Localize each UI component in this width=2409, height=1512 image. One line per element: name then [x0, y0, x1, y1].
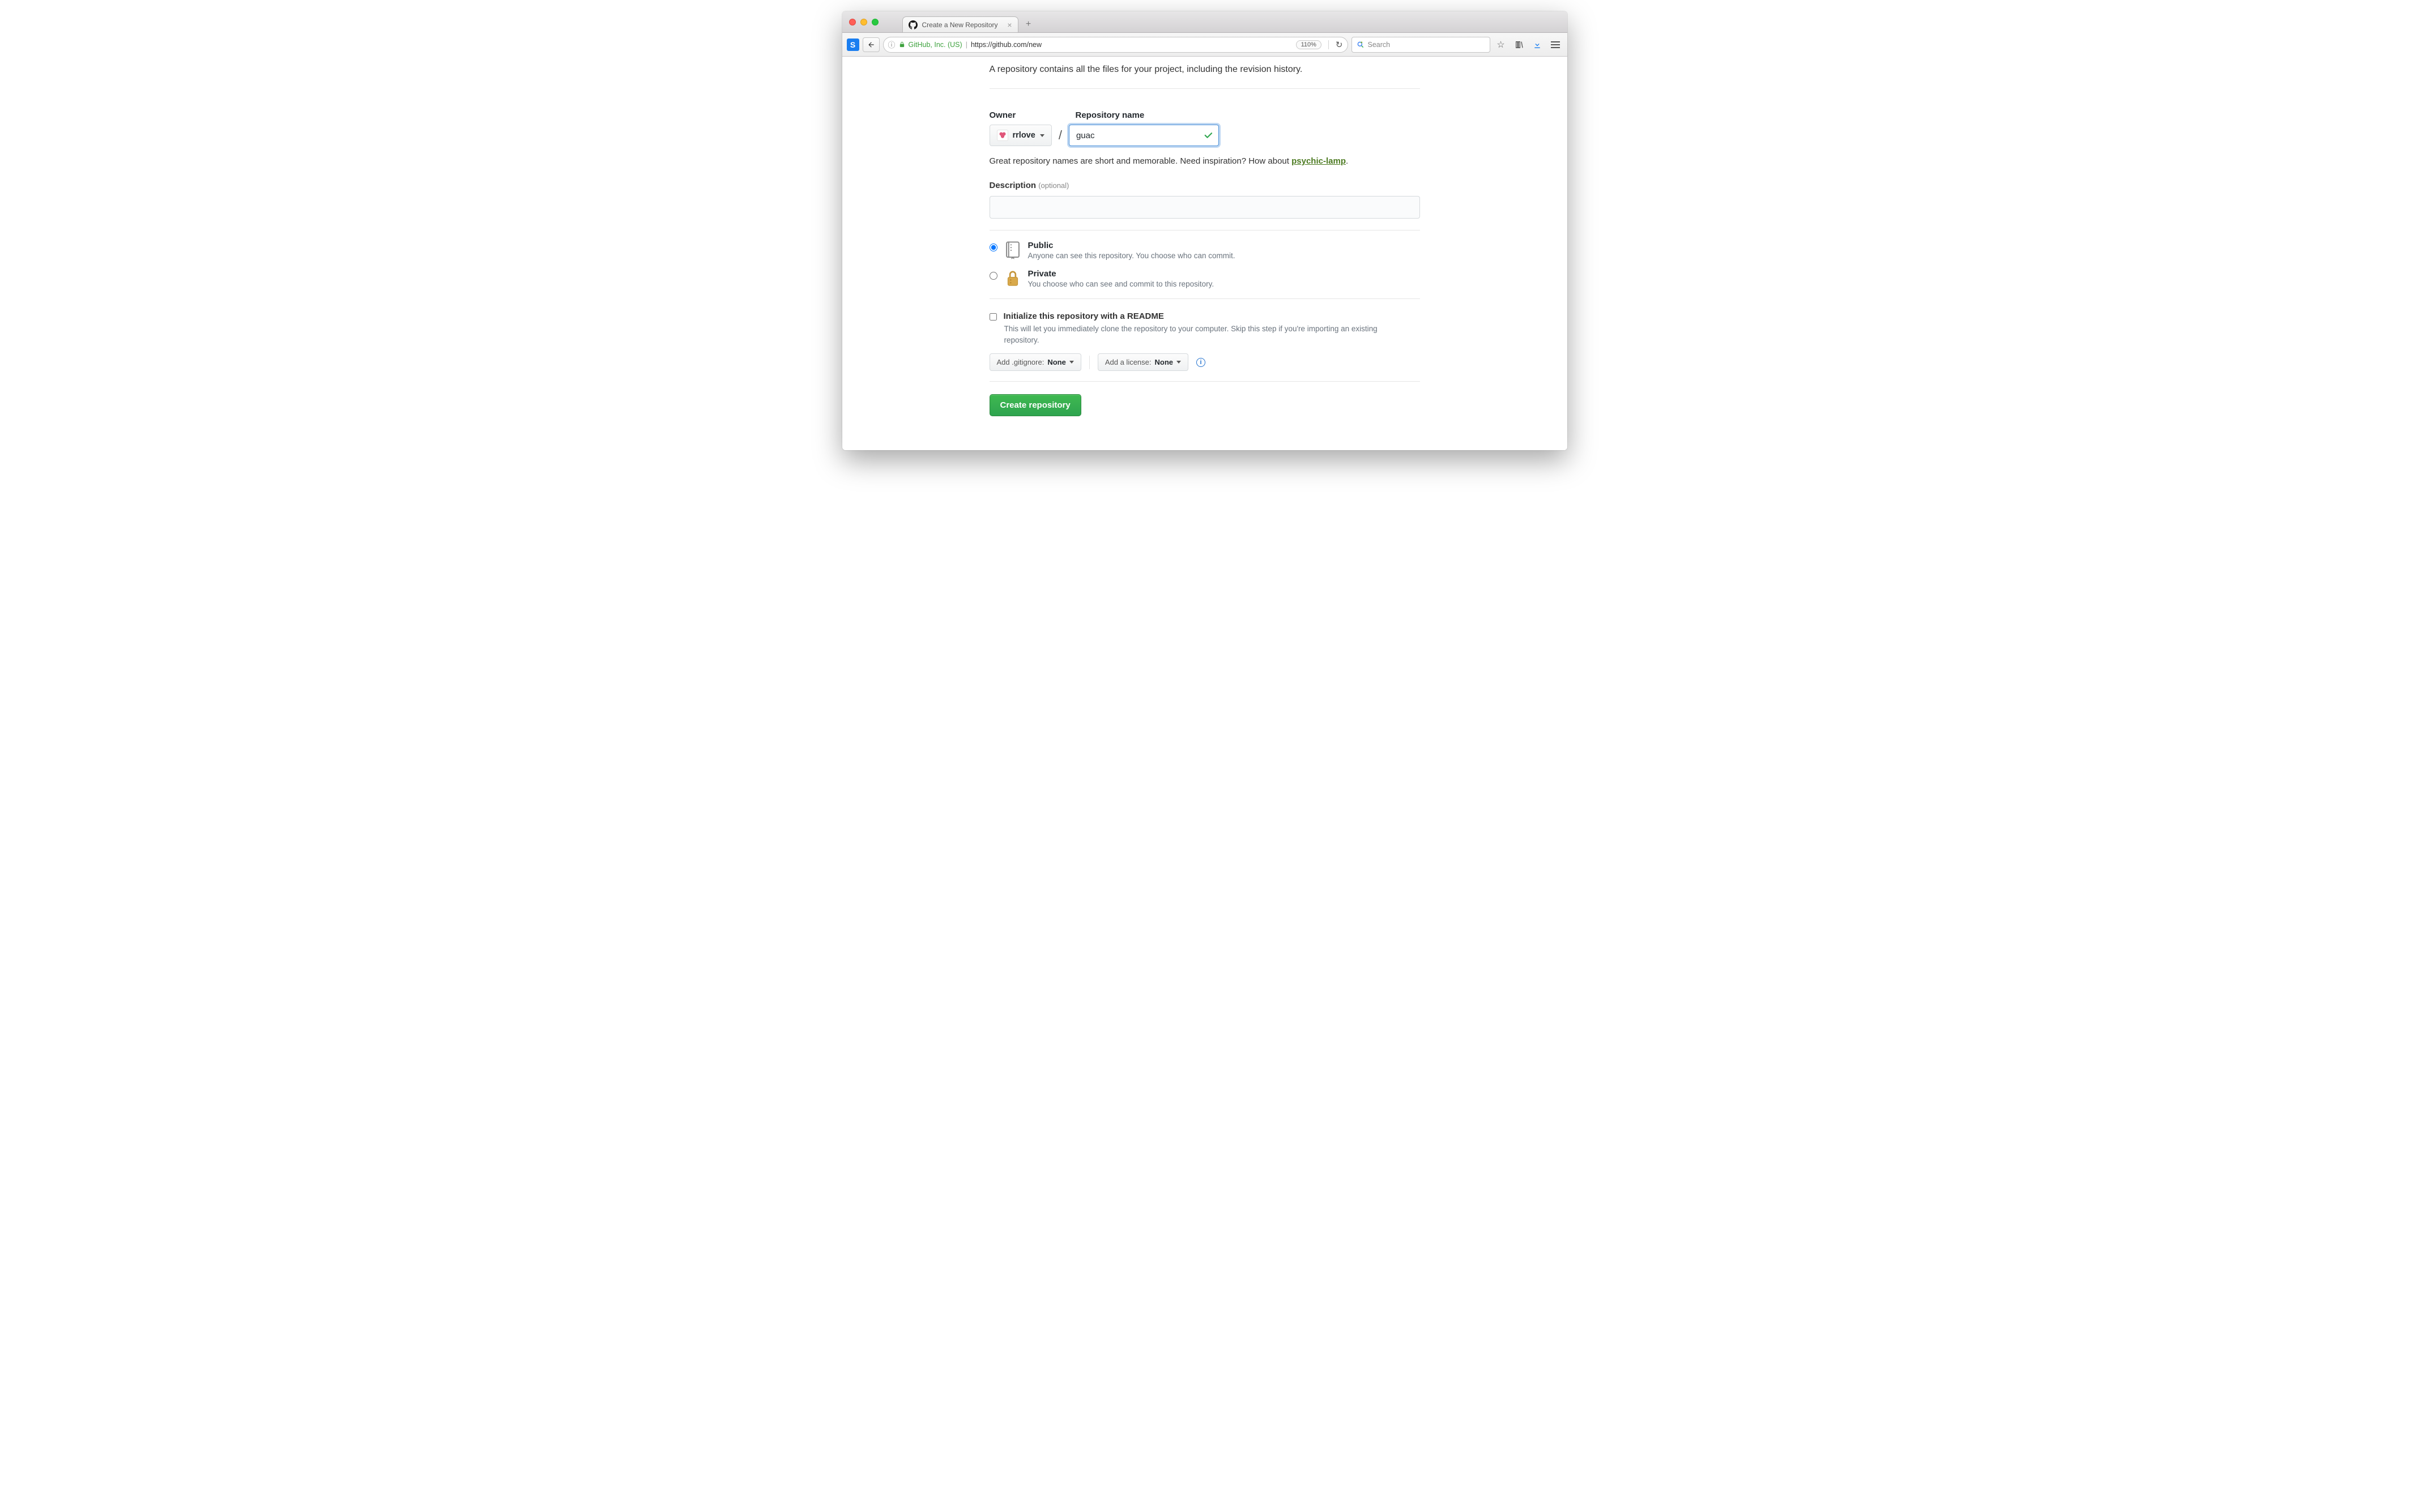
gitignore-dropdown[interactable]: Add .gitignore: None — [990, 353, 1081, 371]
init-readme-checkbox[interactable] — [990, 313, 997, 321]
arrow-left-icon — [867, 41, 875, 49]
downloads-icon[interactable] — [1530, 40, 1545, 49]
path-slash: / — [1059, 128, 1062, 143]
extension-badge[interactable]: S — [847, 39, 859, 51]
repo-name-input[interactable] — [1069, 125, 1219, 146]
browser-window: Create a New Repository × + S ⓘ GitHub, … — [842, 11, 1567, 450]
browser-tab[interactable]: Create a New Repository × — [902, 16, 1018, 32]
url-separator: | — [966, 41, 967, 49]
description-input[interactable] — [990, 196, 1420, 219]
init-readme-title: Initialize this repository with a README — [1004, 311, 1164, 321]
maximize-window-button[interactable] — [872, 19, 879, 25]
back-button[interactable] — [863, 37, 880, 52]
search-placeholder: Search — [1368, 41, 1391, 49]
repo-name-label: Repository name — [1076, 110, 1145, 120]
page-content: A repository contains all the files for … — [842, 57, 1567, 450]
name-hint: Great repository names are short and mem… — [990, 156, 1420, 166]
lock-icon — [899, 41, 905, 48]
public-subtitle: Anyone can see this repository. You choo… — [1028, 251, 1235, 260]
window-controls — [842, 19, 885, 25]
license-dropdown[interactable]: Add a license: None — [1098, 353, 1188, 371]
url-text: https://github.com/new — [971, 41, 1042, 49]
reload-button[interactable]: ↻ — [1336, 40, 1343, 50]
init-readme-subtitle: This will let you immediately clone the … — [1004, 323, 1395, 345]
repo-private-icon — [1004, 269, 1021, 288]
github-favicon — [909, 20, 918, 29]
menu-button[interactable] — [1548, 40, 1563, 50]
license-help-icon[interactable]: i — [1196, 358, 1205, 367]
owner-dropdown[interactable]: rrlove — [990, 125, 1052, 146]
repo-public-icon — [1004, 241, 1021, 260]
check-icon — [1203, 130, 1213, 140]
visibility-public-radio[interactable] — [990, 244, 997, 251]
site-info-icon[interactable]: ⓘ — [888, 39, 896, 50]
new-tab-button[interactable]: + — [1022, 19, 1035, 30]
divider — [990, 88, 1420, 89]
search-bar[interactable]: Search — [1351, 37, 1490, 53]
browser-toolbar: S ⓘ GitHub, Inc. (US) | https://github.c… — [842, 33, 1567, 57]
window-titlebar: Create a New Repository × + — [842, 11, 1567, 33]
suggested-name-link[interactable]: psychic-lamp — [1291, 156, 1346, 166]
caret-down-icon — [1176, 361, 1181, 364]
tab-close-icon[interactable]: × — [1007, 21, 1012, 29]
close-window-button[interactable] — [849, 19, 856, 25]
bookmark-star-icon[interactable]: ☆ — [1494, 39, 1508, 50]
vertical-separator — [1089, 356, 1090, 369]
public-title: Public — [1028, 241, 1235, 250]
owner-label: Owner — [990, 110, 1064, 120]
library-icon[interactable] — [1512, 40, 1527, 49]
minimize-window-button[interactable] — [860, 19, 867, 25]
zoom-level[interactable]: 110% — [1296, 40, 1321, 49]
caret-down-icon — [1040, 134, 1044, 137]
private-title: Private — [1028, 269, 1214, 279]
private-subtitle: You choose who can see and commit to thi… — [1028, 280, 1214, 288]
search-engine-icon — [1357, 41, 1365, 49]
hamburger-icon — [1551, 40, 1560, 50]
owner-avatar — [997, 130, 1008, 141]
create-repository-button[interactable]: Create repository — [990, 394, 1081, 416]
url-bar[interactable]: ⓘ GitHub, Inc. (US) | https://github.com… — [883, 37, 1348, 53]
url-organization: GitHub, Inc. (US) — [909, 41, 962, 49]
tab-title: Create a New Repository — [922, 21, 998, 29]
intro-text: A repository contains all the files for … — [990, 65, 1420, 75]
caret-down-icon — [1069, 361, 1074, 364]
visibility-private-radio[interactable] — [990, 272, 997, 280]
tab-strip: Create a New Repository × + — [902, 11, 1035, 32]
description-label: Description (optional) — [990, 181, 1420, 190]
owner-username: rrlove — [1013, 131, 1035, 140]
